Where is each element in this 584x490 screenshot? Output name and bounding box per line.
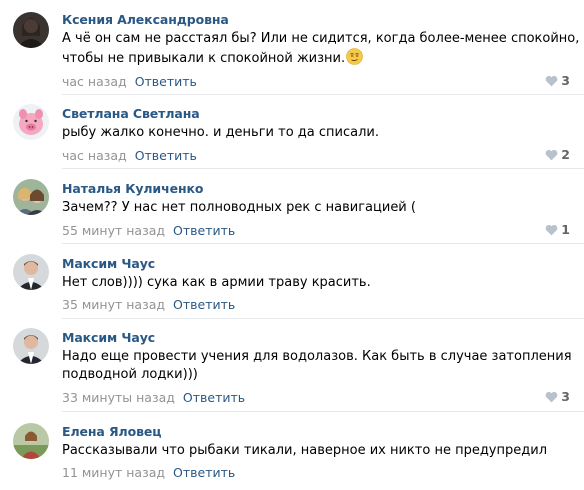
like-count: 3 [561,73,570,88]
avatar[interactable] [13,104,49,140]
comment-author[interactable]: Ксения Александровна [62,12,229,27]
comment-author[interactable]: Светлана Светлана [62,106,200,121]
like-count: 3 [561,389,570,404]
comment-time[interactable]: 33 минуты назад [62,390,175,405]
comment-separator [62,94,584,95]
comment-separator [62,168,584,169]
comment-text-line: А чё он сам не расстаял бы? Или не сидит… [62,31,580,46]
comment-time[interactable]: час назад [62,148,127,163]
like-button[interactable]: 3 [545,73,570,88]
thinking-face-emoji [346,48,363,71]
heart-icon [545,149,558,161]
comment-text: Зачем?? У нас нет полноводных рек с нави… [62,199,572,217]
comment-text-line: чтобы не привыкали к спокойной жизни. [62,51,346,66]
comment-author[interactable]: Максим Чаус [62,330,155,345]
reply-button[interactable]: Ответить [135,148,197,163]
like-count: 2 [561,147,570,162]
comment-meta: 11 минут назад Ответить [62,465,235,480]
comment-text-line: Нет слов)))) сука как в армии траву крас… [62,275,371,290]
reply-button[interactable]: Ответить [183,390,245,405]
heart-icon [545,391,558,403]
comment-text-line: подводной лодки))) [62,367,198,382]
comment-text: А чё он сам не расстаял бы? Или не сидит… [62,30,580,71]
like-count: 1 [561,222,570,237]
heart-icon [545,224,558,236]
comment-separator [62,318,584,319]
avatar[interactable] [13,328,49,364]
like-button[interactable]: 1 [545,222,570,237]
avatar[interactable] [13,254,49,290]
comment-text: рыбу жалко конечно. и деньги то да списа… [62,124,572,142]
reply-button[interactable]: Ответить [173,297,235,312]
comment-text-line: Надо еще провести учения для водолазов. … [62,349,572,364]
comment-meta: 55 минут назад Ответить [62,223,235,238]
comment-text-line: рыбу жалко конечно. и деньги то да списа… [62,125,379,140]
comment-text: Рассказывали что рыбаки тикали, наверное… [62,442,572,460]
comment-meta: час назад Ответить [62,148,197,163]
like-button[interactable]: 3 [545,389,570,404]
reply-button[interactable]: Ответить [135,74,197,89]
comment-separator [62,411,584,412]
comment-author[interactable]: Наталья Куличенко [62,181,203,196]
avatar[interactable] [13,179,49,215]
heart-icon [545,75,558,87]
comment-meta: 33 минуты назад Ответить [62,390,245,405]
avatar[interactable] [13,423,49,459]
comment-time[interactable]: 55 минут назад [62,223,165,238]
like-button[interactable]: 2 [545,147,570,162]
comment-author[interactable]: Максим Чаус [62,256,155,271]
comment-time[interactable]: час назад [62,74,127,89]
reply-button[interactable]: Ответить [173,223,235,238]
comment-separator [62,243,584,244]
comment-meta: час назад Ответить [62,74,197,89]
comment-text: Надо еще провести учения для водолазов. … [62,348,572,384]
comment-text-line: Рассказывали что рыбаки тикали, наверное… [62,443,547,458]
comment-author[interactable]: Елена Яловец [62,424,162,439]
comment-text: Нет слов)))) сука как в армии траву крас… [62,274,572,292]
comment-meta: 35 минут назад Ответить [62,297,235,312]
comment-time[interactable]: 35 минут назад [62,297,165,312]
comment-text-line: Зачем?? У нас нет полноводных рек с нави… [62,200,416,215]
reply-button[interactable]: Ответить [173,465,235,480]
comment-time[interactable]: 11 минут назад [62,465,165,480]
avatar[interactable] [13,12,49,48]
